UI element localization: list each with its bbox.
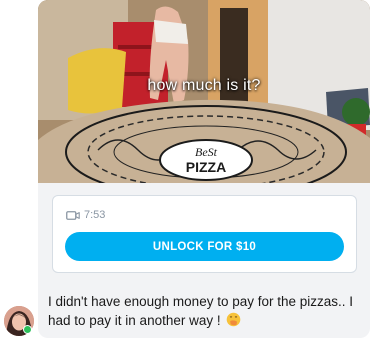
media-caption: how much is it? (147, 77, 261, 94)
video-camera-icon (66, 210, 80, 220)
locked-content-panel: 7:53 UNLOCK FOR $10 (52, 195, 357, 273)
video-meta: 7:53 (66, 209, 105, 221)
message-body: I didn't have enough money to pay for th… (48, 294, 354, 328)
video-duration: 7:53 (84, 209, 106, 221)
message-text: I didn't have enough money to pay for th… (48, 292, 366, 330)
online-status-dot (23, 325, 32, 334)
message-card: BeSt PIZZA how much is it? 7:53 UNLOCK F… (38, 0, 370, 338)
box-print-brand: BeSt (195, 145, 218, 159)
face-with-hand-over-mouth-icon (227, 312, 241, 327)
box-print-word: PIZZA (186, 159, 226, 175)
unlock-button[interactable]: UNLOCK FOR $10 (65, 232, 344, 261)
media-preview[interactable]: BeSt PIZZA how much is it? (38, 0, 370, 183)
